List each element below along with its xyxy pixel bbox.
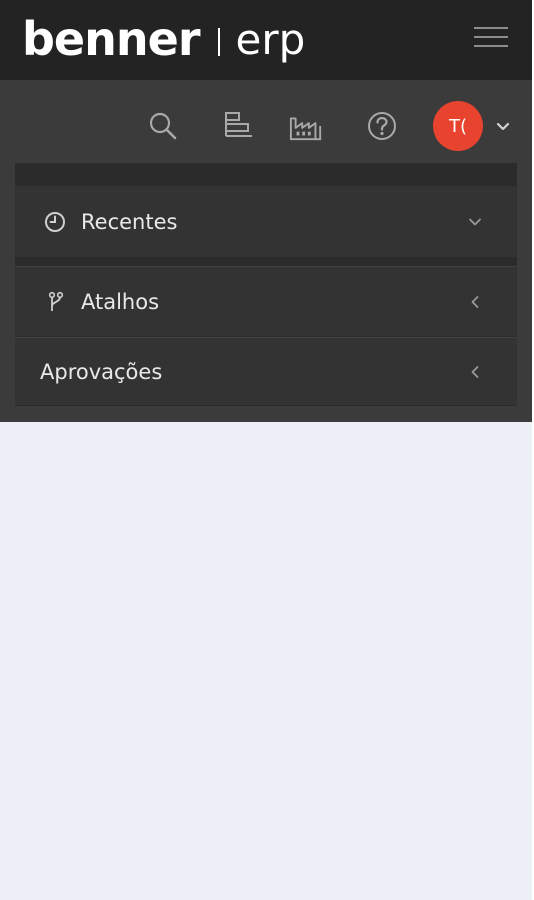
chevron-down-icon[interactable] [494,117,512,135]
menu-item-label: Aprovações [40,359,163,384]
main-content [0,422,532,900]
hamburger-line [474,36,508,38]
menu-item-label: Atalhos [81,289,160,314]
chevron-left-icon [467,364,483,380]
sidebar: T( Recentes Atalhos Aprovações [0,80,532,422]
hamburger-line [474,27,508,29]
search-icon[interactable] [146,109,180,143]
factory-icon[interactable] [289,109,323,143]
app-shell: benner erp T(Recentes Atalhos Aprovaçõe… [0,0,532,900]
menu-item-atalhos[interactable]: Atalhos [15,267,517,336]
help-icon[interactable] [365,109,399,143]
sidebar-toolbar: T( [0,80,532,162]
user-avatar[interactable]: T( [433,101,483,151]
brand-logo[interactable]: benner erp [22,4,305,74]
clock-icon [44,211,66,233]
branch-icon [45,291,67,313]
hierarchy-icon[interactable] [221,109,255,143]
brand-separator [217,28,220,56]
chevron-down-icon [467,214,483,230]
brand-product: erp [235,14,306,64]
avatar-initials: T( [448,115,468,137]
menu-panel: Recentes Atalhos Aprovações [15,163,517,406]
menu-spacer [15,163,517,185]
chevron-left-icon [467,294,483,310]
menu-item-recentes[interactable]: Recentes [15,186,517,257]
top-bar: benner erp [0,0,532,80]
brand-name: benner [22,12,201,66]
hamburger-line [474,45,508,47]
hamburger-icon[interactable] [474,25,508,49]
menu-item-label: Recentes [81,209,178,234]
menu-item-aprovacoes[interactable]: Aprovações [15,338,517,405]
